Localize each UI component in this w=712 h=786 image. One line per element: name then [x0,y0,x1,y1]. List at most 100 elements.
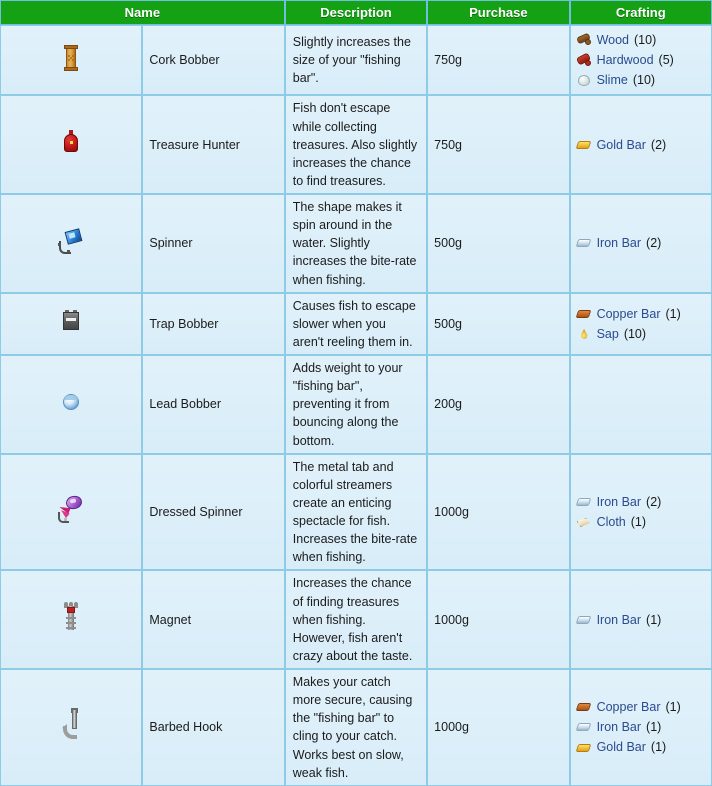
crafting-material-link[interactable]: Iron Bar [597,493,641,511]
item-icon-cell [0,194,143,293]
crafting-quantity: (1) [646,612,662,627]
item-description-cell: Causes fish to escape slower when you ar… [284,292,428,355]
item-purchase-cell: 1000g [427,570,570,669]
item-crafting-cell: Copper Bar (1) Iron Bar (1) Gold Bar (1) [569,669,712,786]
table-row: Spinner The shape makes it spin around in… [0,194,712,293]
crafting-material-link[interactable]: Sap [597,325,619,343]
crafting-quantity: (2) [646,494,662,509]
item-crafting-cell: Copper Bar (1) Sap (10) [569,292,712,355]
item-name-cell: Barbed Hook [142,669,285,786]
item-purchase-cell: 500g [427,292,570,355]
crafting-item: Iron Bar (1) [575,611,706,629]
crafting-material-link[interactable]: Iron Bar [597,234,641,252]
column-header-name[interactable]: Name [0,0,285,25]
table-row: Cork Bobber Slightly increases the size o… [0,25,712,96]
crafting-material-link[interactable]: Gold Bar [597,136,646,154]
column-header-crafting[interactable]: Crafting [569,0,712,25]
crafting-quantity: (10) [634,33,657,47]
item-icon-cell [0,355,143,454]
trap-bobber-sprite [62,310,80,335]
item-description-cell: Increases the chance of finding treasure… [284,570,428,669]
item-crafting-cell: Wood (10) Hardwood (5) Slime (10) [569,25,712,96]
column-header-description[interactable]: Description [284,0,428,25]
magnet-sprite [63,602,79,635]
crafting-material-link[interactable]: Gold Bar [597,738,646,756]
crafting-material-link[interactable]: Iron Bar [597,718,641,736]
tackle-table: Name Description Purchase Crafting Cork … [0,0,712,786]
crafting-quantity: (2) [646,236,662,251]
cork-bobber-sprite [63,44,79,75]
item-description-cell: The metal tab and colorful streamers cre… [284,453,428,571]
crafting-item: Sap (10) [576,325,706,343]
table-row: Lead Bobber Adds weight to your "fishing … [0,355,712,454]
item-crafting-cell: Iron Bar (2) [569,194,712,293]
crafting-item: Gold Bar (1) [575,738,706,756]
crafting-quantity: (2) [650,137,667,152]
table-row: Magnet Increases the chance of finding tr… [0,570,712,669]
table-header: Name Description Purchase Crafting [0,0,712,25]
item-crafting-cell: Iron Bar (2) Cloth (1) [569,453,712,571]
iron-bar-icon [575,719,592,735]
crafting-item: Iron Bar (2) [575,234,706,252]
crafting-item: Copper Bar (1) [575,305,706,323]
slime-icon [576,72,592,88]
crafting-quantity: (1) [630,515,647,529]
crafting-material-link[interactable]: Hardwood [597,51,654,69]
item-description-cell: Fish don't escape while collecting treas… [284,95,428,194]
iron-bar-icon [575,494,592,510]
item-crafting-cell [569,355,712,454]
crafting-item: Gold Bar (2) [575,136,706,154]
iron-bar-icon [575,612,592,628]
wood-icon [575,32,592,48]
item-purchase-cell: 1000g [427,669,570,786]
table-row: Dressed Spinner The metal tab and colorfu… [0,453,712,571]
item-name-cell: Dressed Spinner [142,453,285,571]
item-icon-cell [0,292,143,355]
item-icon-cell [0,95,143,194]
item-name-cell: Treasure Hunter [142,95,285,194]
item-icon-cell [0,570,143,669]
item-name-cell: Trap Bobber [142,292,285,355]
item-purchase-cell: 750g [427,95,570,194]
cloth-icon [576,514,592,530]
crafting-item: Slime (10) [576,71,706,89]
crafting-quantity: (5) [658,53,674,68]
crafting-material-link[interactable]: Wood [597,31,629,49]
table-row: Treasure Hunter Fish don't escape while c… [0,95,712,194]
item-name-cell: Spinner [142,194,285,293]
item-icon-cell [0,453,143,571]
item-purchase-cell: 1000g [427,453,570,571]
item-description-cell: The shape makes it spin around in the wa… [284,194,428,293]
crafting-quantity: (1) [665,306,681,321]
crafting-item: Iron Bar (2) [575,493,706,511]
item-name-cell: Magnet [142,570,285,669]
crafting-material-link[interactable]: Iron Bar [597,611,641,629]
item-description-cell: Slightly increases the size of your "fis… [284,25,428,96]
copper-bar-icon [575,306,592,322]
gold-bar-icon [575,740,592,756]
item-purchase-cell: 750g [427,25,570,96]
barbed-hook-sprite [61,707,81,745]
item-name-cell: Lead Bobber [142,355,285,454]
crafting-material-link[interactable]: Slime [597,71,628,89]
crafting-quantity: (10) [632,73,656,88]
iron-bar-icon [575,235,592,251]
item-crafting-cell: Iron Bar (1) [569,570,712,669]
item-description-cell: Makes your catch more secure, causing th… [284,669,428,786]
crafting-item: Wood (10) [575,31,706,49]
crafting-item: Hardwood (5) [575,51,706,69]
gold-bar-icon [575,137,592,153]
crafting-material-link[interactable]: Cloth [597,513,626,531]
crafting-material-link[interactable]: Copper Bar [597,698,661,716]
crafting-item: Cloth (1) [576,513,706,531]
table-body: Cork Bobber Slightly increases the size o… [0,25,712,786]
item-purchase-cell: 200g [427,355,570,454]
table-row: Barbed Hook Makes your catch more secure,… [0,669,712,786]
table-header-row: Name Description Purchase Crafting [0,0,712,25]
treasure-hunter-sprite [62,130,80,157]
column-header-purchase[interactable]: Purchase [427,0,570,25]
item-name-cell: Cork Bobber [142,25,285,96]
item-description-cell: Adds weight to your "fishing bar", preve… [284,355,428,454]
crafting-material-link[interactable]: Copper Bar [597,305,661,323]
dressed-spinner-sprite [57,494,85,527]
